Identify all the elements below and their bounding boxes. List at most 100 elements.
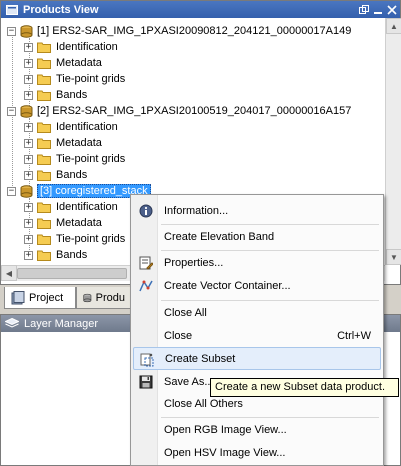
close-panel-button[interactable] xyxy=(386,4,397,15)
product-label: [1] ERS2-SAR_IMG_1PXASI20090812_204121_0… xyxy=(37,25,352,37)
menu-item-information[interactable]: Information... xyxy=(133,199,381,222)
float-panel-button[interactable] xyxy=(358,4,369,15)
tree-node-bands[interactable]: + Bands xyxy=(24,87,87,103)
product-icon xyxy=(20,104,33,118)
menu-item-label: Open HSV Image View... xyxy=(164,446,286,459)
node-label: Tie-point grids xyxy=(56,153,126,165)
scroll-up-arrow-icon[interactable]: ▲ xyxy=(386,18,401,34)
tab-products-label: Produ xyxy=(95,291,125,304)
tab-products[interactable]: Produ xyxy=(76,287,132,309)
tree-node-metadata[interactable]: + Metadata xyxy=(24,55,102,71)
tree-node-tie-point-grids[interactable]: + Tie-point grids xyxy=(24,151,125,167)
tree-node-product-1[interactable]: − [1] ERS2-SAR_IMG_1PXASI20090812_204121… xyxy=(7,23,351,39)
context-menu: Information... Create Elevation Band Pro… xyxy=(130,194,384,466)
tree-node-tie-point-grids[interactable]: + Tie-point grids xyxy=(24,71,125,87)
menu-item-close[interactable]: Close Ctrl+W xyxy=(133,324,381,347)
folder-icon xyxy=(37,74,51,85)
tree-node-identification[interactable]: + Identification xyxy=(24,39,118,55)
tree-node-product-2[interactable]: − [2] ERS2-SAR_IMG_1PXASI20100519_204017… xyxy=(7,103,351,119)
minimize-panel-button[interactable] xyxy=(372,4,383,15)
tree-node-metadata[interactable]: + Metadata xyxy=(24,135,102,151)
tree-node-metadata[interactable]: + Metadata xyxy=(24,215,102,231)
menu-item-close-all[interactable]: Close All xyxy=(133,301,381,324)
products-icon xyxy=(83,293,92,302)
expand-toggle-icon[interactable]: + xyxy=(24,234,33,244)
tree-node-bands[interactable]: + Bands xyxy=(24,247,87,263)
vector-container-icon xyxy=(138,278,153,293)
scroll-left-arrow-icon[interactable]: ◀ xyxy=(1,265,17,281)
tree-node-bands[interactable]: + Bands xyxy=(24,167,87,183)
node-label: Tie-point grids xyxy=(56,233,126,245)
folder-icon xyxy=(37,250,51,261)
products-view-title-bar: Products View xyxy=(1,1,400,18)
folder-icon xyxy=(37,154,51,165)
layers-icon xyxy=(5,318,19,328)
folder-icon xyxy=(37,234,51,245)
expand-toggle-icon[interactable]: + xyxy=(24,42,33,52)
properties-icon xyxy=(138,255,153,270)
folder-icon xyxy=(37,122,51,133)
expand-toggle-icon[interactable]: + xyxy=(24,202,33,212)
tooltip: Create a new Subset data product. xyxy=(210,378,399,397)
tree-node-identification[interactable]: + Identification xyxy=(24,119,118,135)
expand-toggle-icon[interactable]: + xyxy=(24,138,33,148)
menu-item-create-vector-container[interactable]: Create Vector Container... xyxy=(133,274,381,297)
menu-item-label: Close xyxy=(164,329,193,342)
info-icon xyxy=(138,203,153,218)
menu-item-label: Open RGB Image View... xyxy=(164,423,287,436)
collapse-toggle-icon[interactable]: − xyxy=(7,26,16,36)
menu-item-label: Information... xyxy=(164,204,229,217)
expand-toggle-icon[interactable]: + xyxy=(24,154,33,164)
menu-item-label: Save As... xyxy=(164,375,214,388)
folder-icon xyxy=(37,170,51,181)
folder-icon xyxy=(37,58,51,69)
folder-icon xyxy=(37,202,51,213)
expand-toggle-icon[interactable]: + xyxy=(24,122,33,132)
vertical-scrollbar[interactable]: ▲ ▼ xyxy=(385,18,401,265)
folder-icon xyxy=(37,138,51,149)
product-icon xyxy=(20,24,33,38)
horizontal-scroll-thumb[interactable] xyxy=(17,268,127,279)
menu-item-label: Close All xyxy=(164,306,207,319)
node-label: Identification xyxy=(56,201,118,213)
menu-item-properties[interactable]: Properties... xyxy=(133,251,381,274)
menu-item-label: Properties... xyxy=(164,256,224,269)
node-label: Metadata xyxy=(56,217,102,229)
node-label: Tie-point grids xyxy=(56,73,126,85)
tab-project[interactable]: Project xyxy=(4,287,76,309)
tree-node-identification[interactable]: + Identification xyxy=(24,199,118,215)
menu-item-label: Create Subset xyxy=(165,352,236,365)
folder-icon xyxy=(37,218,51,229)
collapse-toggle-icon[interactable]: − xyxy=(7,186,16,196)
menu-item-create-elevation-band[interactable]: Create Elevation Band xyxy=(133,225,381,248)
menu-item-open-hsv-image-view[interactable]: Open HSV Image View... xyxy=(133,441,381,464)
expand-toggle-icon[interactable]: + xyxy=(24,250,33,260)
expand-toggle-icon[interactable]: + xyxy=(24,74,33,84)
node-label: Bands xyxy=(56,89,88,101)
node-label: Metadata xyxy=(56,57,102,69)
save-icon xyxy=(138,374,153,389)
menu-item-create-subset[interactable]: Create Subset xyxy=(133,347,381,370)
scroll-down-arrow-icon[interactable]: ▼ xyxy=(386,249,401,265)
products-view-title: Products View xyxy=(23,3,99,16)
menu-item-label: Create Elevation Band xyxy=(164,230,275,243)
project-icon xyxy=(11,290,25,304)
collapse-toggle-icon[interactable]: − xyxy=(7,106,16,116)
expand-toggle-icon[interactable]: + xyxy=(24,58,33,68)
node-label: Bands xyxy=(56,169,88,181)
product-label: [2] ERS2-SAR_IMG_1PXASI20100519_204017_0… xyxy=(37,105,352,117)
menu-item-label: Close All Others xyxy=(164,397,243,410)
tree-node-tie-point-grids[interactable]: + Tie-point grids xyxy=(24,231,125,247)
folder-icon xyxy=(37,90,51,101)
expand-toggle-icon[interactable]: + xyxy=(24,90,33,100)
node-label: Identification xyxy=(56,121,118,133)
tab-project-label: Project xyxy=(29,291,64,304)
menu-item-open-rgb-image-view[interactable]: Open RGB Image View... xyxy=(133,418,381,441)
menu-item-shortcut: Ctrl+W xyxy=(337,329,371,342)
expand-toggle-icon[interactable]: + xyxy=(24,218,33,228)
node-label: Metadata xyxy=(56,137,102,149)
subset-icon xyxy=(139,352,154,367)
expand-toggle-icon[interactable]: + xyxy=(24,170,33,180)
menu-item-label: Create Vector Container... xyxy=(164,279,291,292)
layer-manager-title: Layer Manager xyxy=(24,317,98,330)
